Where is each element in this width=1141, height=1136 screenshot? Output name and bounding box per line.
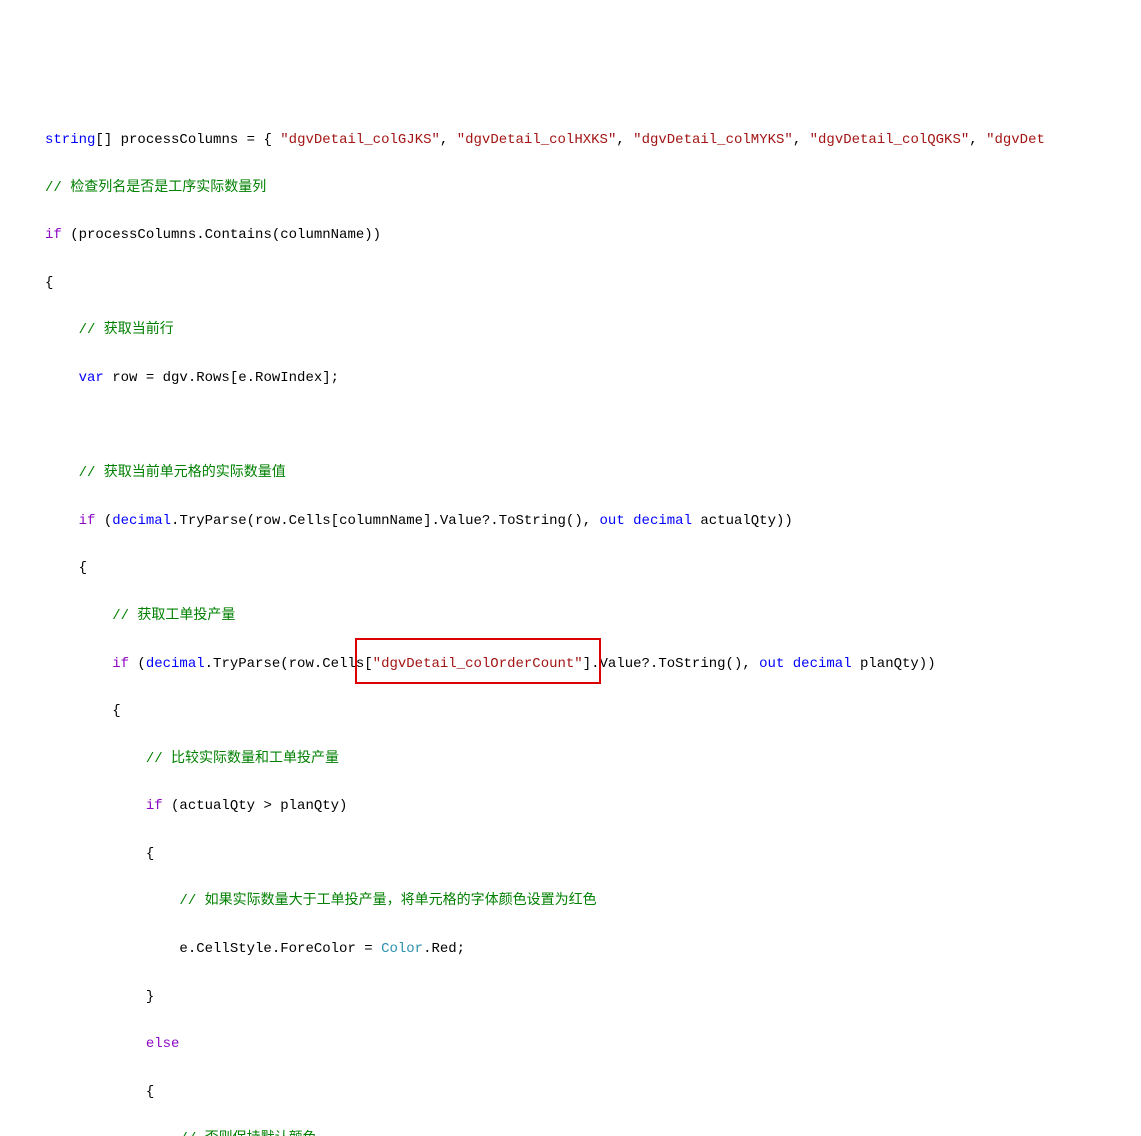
code-line[interactable]: // 获取当前单元格的实际数量值 <box>45 462 1141 486</box>
keyword-decimal: decimal <box>793 656 852 672</box>
keyword-decimal: decimal <box>633 513 692 529</box>
comment: // 比较实际数量和工单投产量 <box>45 751 339 767</box>
keyword-string: string <box>45 132 95 148</box>
code-line[interactable]: if (decimal.TryParse(row.Cells["dgvDetai… <box>45 653 1141 677</box>
code-line[interactable]: } <box>45 986 1141 1010</box>
code-text: .TryParse(row.Cells[ <box>205 656 373 672</box>
brace: { <box>45 560 87 576</box>
code-editor[interactable]: string[] processColumns = { "dgvDetail_c… <box>45 105 1141 1136</box>
brace: { <box>45 275 53 291</box>
code-line[interactable]: else <box>45 1033 1141 1057</box>
code-line[interactable]: { <box>45 700 1141 724</box>
code-line[interactable]: // 否则保持默认颜色 <box>45 1128 1141 1136</box>
comment: // 获取工单投产量 <box>45 608 235 624</box>
comment: // 检查列名是否是工序实际数量列 <box>45 180 266 196</box>
string-literal: "dgvDetail_colHXKS" <box>457 132 617 148</box>
code-text: ].Value?.ToString(), <box>583 656 759 672</box>
code-text: e.CellStyle.ForeColor = <box>45 941 381 957</box>
code-text: actualQty)) <box>692 513 793 529</box>
code-line[interactable]: { <box>45 272 1141 296</box>
code-line[interactable]: string[] processColumns = { "dgvDetail_c… <box>45 129 1141 153</box>
code-text: [] processColumns = { <box>95 132 280 148</box>
code-text: planQty)) <box>852 656 936 672</box>
brace: { <box>45 703 121 719</box>
code-line[interactable]: if (decimal.TryParse(row.Cells[columnNam… <box>45 510 1141 534</box>
brace: } <box>45 989 154 1005</box>
string-literal: "dgvDetail_colGJKS" <box>280 132 440 148</box>
code-line[interactable]: var row = dgv.Rows[e.RowIndex]; <box>45 367 1141 391</box>
code-text <box>784 656 792 672</box>
string-literal: "dgvDetail_colQGKS" <box>810 132 970 148</box>
string-literal: "dgvDet <box>986 132 1045 148</box>
code-text: .Red; <box>423 941 465 957</box>
code-line[interactable]: // 检查列名是否是工序实际数量列 <box>45 177 1141 201</box>
keyword-decimal: decimal <box>112 513 171 529</box>
code-text: , <box>440 132 457 148</box>
keyword-decimal: decimal <box>146 656 205 672</box>
code-line[interactable]: e.CellStyle.ForeColor = Color.Red; <box>45 938 1141 962</box>
code-line[interactable]: // 如果实际数量大于工单投产量，将单元格的字体颜色设置为红色 <box>45 890 1141 914</box>
brace: { <box>45 1084 154 1100</box>
code-line[interactable]: // 获取当前行 <box>45 319 1141 343</box>
comment: // 否则保持默认颜色 <box>45 1131 317 1136</box>
keyword-if: if <box>45 227 62 243</box>
comment: // 获取当前行 <box>45 322 174 338</box>
keyword-var: var <box>45 370 104 386</box>
code-text: ( <box>129 656 146 672</box>
brace: { <box>45 846 154 862</box>
comment: // 获取当前单元格的实际数量值 <box>45 465 286 481</box>
code-text: .TryParse(row.Cells[columnName].Value?.T… <box>171 513 599 529</box>
code-text <box>625 513 633 529</box>
keyword-if: if <box>45 513 95 529</box>
keyword-if: if <box>45 656 129 672</box>
code-line[interactable]: // 获取工单投产量 <box>45 605 1141 629</box>
code-text: row = dgv.Rows[e.RowIndex]; <box>104 370 339 386</box>
string-literal: "dgvDetail_colMYKS" <box>633 132 793 148</box>
string-literal-highlighted: "dgvDetail_colOrderCount" <box>373 656 583 672</box>
code-text: ( <box>95 513 112 529</box>
class-color: Color <box>381 941 423 957</box>
code-line[interactable]: { <box>45 1081 1141 1105</box>
code-line[interactable]: // 比较实际数量和工单投产量 <box>45 748 1141 772</box>
code-text: (processColumns.Contains(columnName)) <box>62 227 381 243</box>
code-text: , <box>793 132 810 148</box>
keyword-out: out <box>600 513 625 529</box>
code-line[interactable]: if (actualQty > planQty) <box>45 795 1141 819</box>
code-line[interactable] <box>45 415 1141 439</box>
code-text: , <box>969 132 986 148</box>
comment: // 如果实际数量大于工单投产量，将单元格的字体颜色设置为红色 <box>45 893 597 909</box>
keyword-else: else <box>45 1036 179 1052</box>
code-line[interactable]: { <box>45 843 1141 867</box>
code-text: (actualQty > planQty) <box>163 798 348 814</box>
code-text: , <box>616 132 633 148</box>
code-line[interactable]: if (processColumns.Contains(columnName)) <box>45 224 1141 248</box>
keyword-out: out <box>759 656 784 672</box>
keyword-if: if <box>45 798 163 814</box>
code-line[interactable]: { <box>45 557 1141 581</box>
